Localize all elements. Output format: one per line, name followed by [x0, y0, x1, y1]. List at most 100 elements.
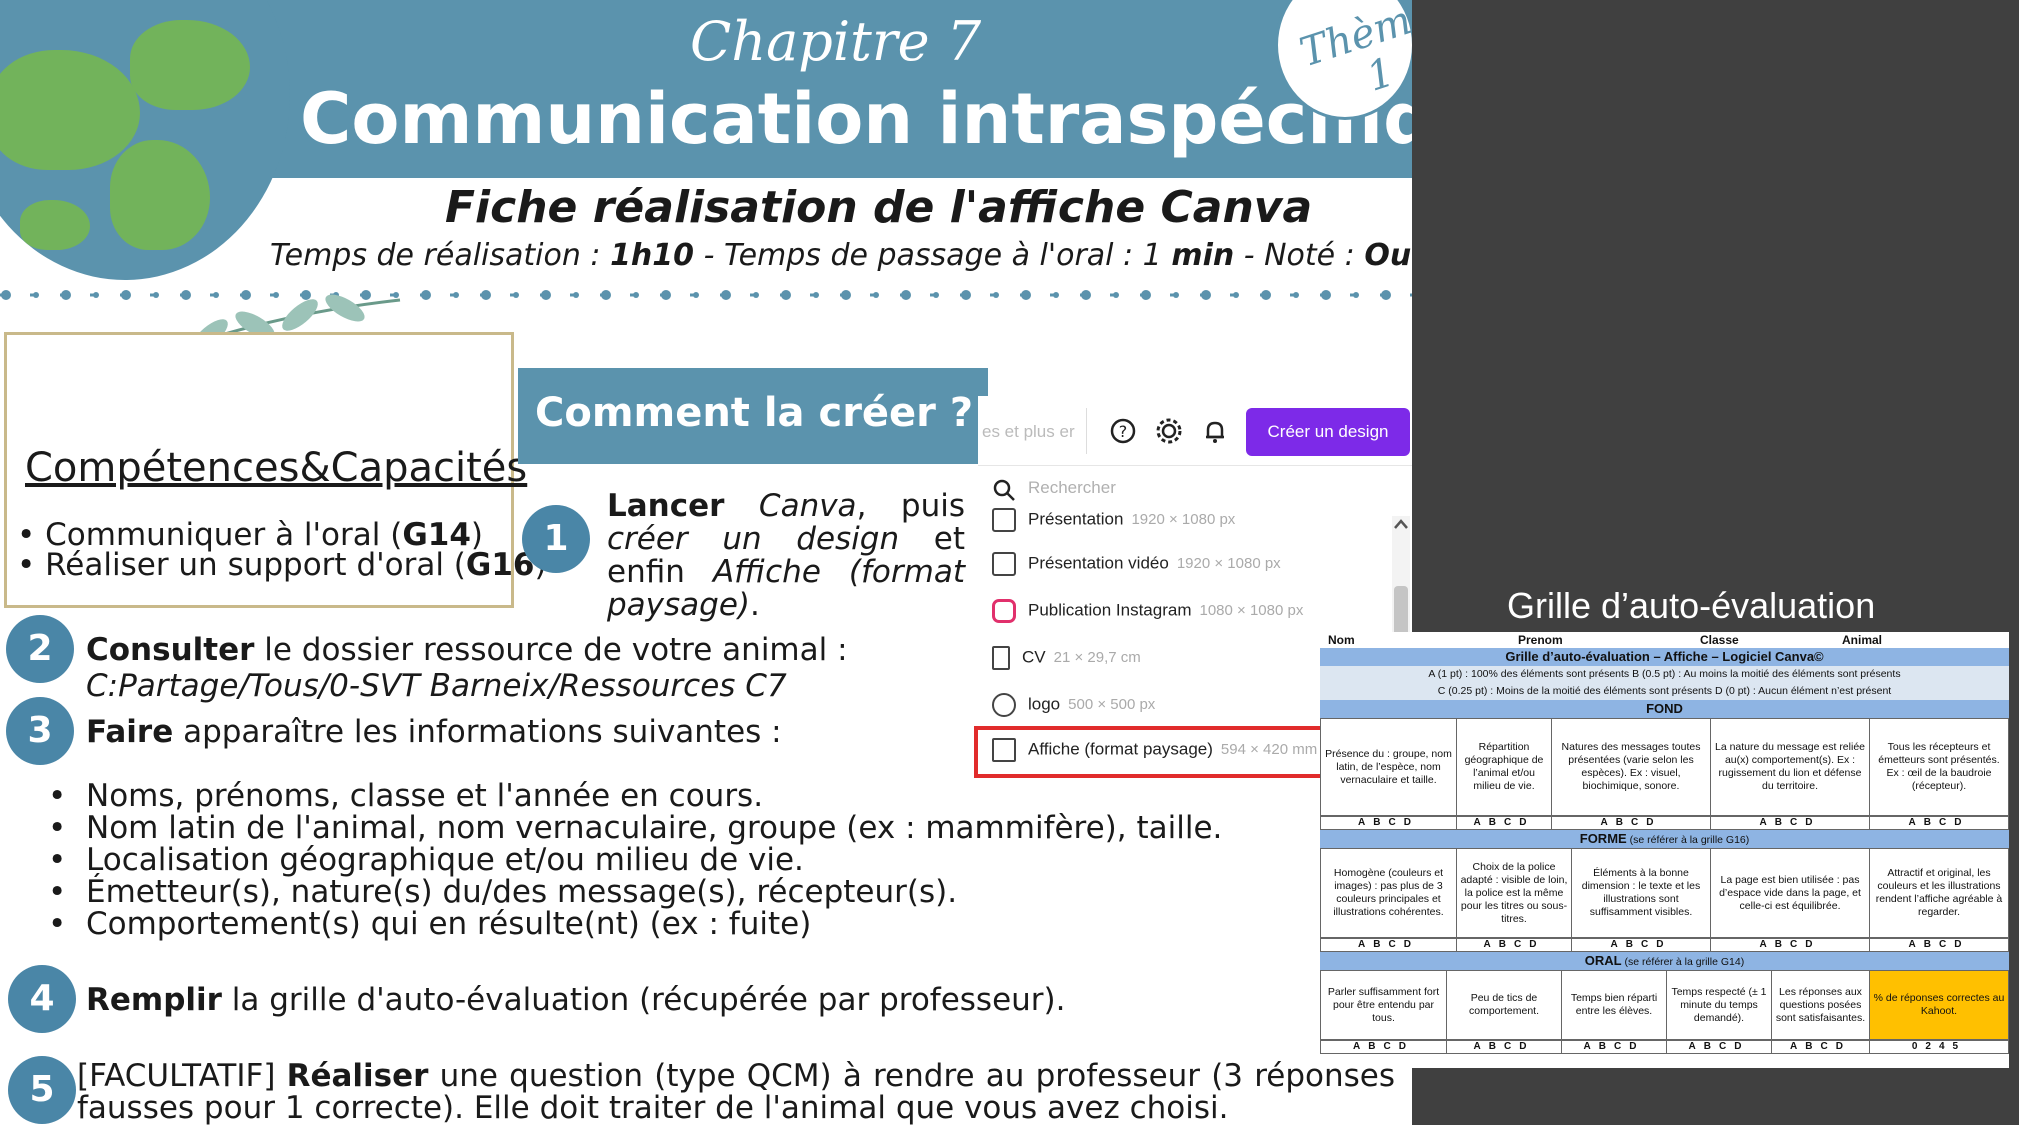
divider-dot — [1141, 290, 1151, 300]
criteria-cell-kahoot: % de réponses correctes au Kahoot. — [1869, 970, 2009, 1040]
logo-icon — [992, 693, 1016, 717]
resource-path: C:Partage/Tous/0-SVT Barneix/Ressources … — [86, 668, 787, 704]
divider-dot — [1081, 290, 1091, 300]
divider-dot — [421, 290, 431, 300]
criteria-cell: Choix de la police adapté : visible de l… — [1456, 848, 1572, 938]
legend-line: A (1 pt) : 100% des éléments sont présen… — [1428, 668, 1901, 680]
list-item: • Localisation géographique et/ou milieu… — [48, 842, 804, 878]
name-label: Nom — [1328, 633, 1355, 647]
divider-dot — [1261, 290, 1271, 300]
divider-dot — [721, 290, 731, 300]
divider-dot — [1173, 292, 1179, 298]
criteria-cell: Tous les récepteurs et émetteurs sont pr… — [1869, 718, 2009, 816]
criteria-cell: Natures des messages toutes présentées (… — [1551, 718, 1711, 816]
abcd-row: ABCD ABCD ABCD ABCD ABCD 0245 — [1320, 1040, 2009, 1054]
divider-dot — [481, 290, 491, 300]
criteria-cell: Temps bien réparti entre les élèves. — [1561, 970, 1667, 1040]
canva-toolbar: es et plus er ? Créer un design — [978, 396, 1412, 466]
canva-search-input[interactable]: Rechercher — [1028, 478, 1116, 498]
firstname-label: Prenom — [1518, 633, 1563, 647]
divider-dot — [1, 290, 11, 300]
step-number: 5 — [8, 1056, 76, 1124]
divider-dot — [693, 292, 699, 298]
step-3-text: Faire apparaître les informations suivan… — [86, 714, 782, 750]
divider-dot — [513, 292, 519, 298]
criteria-cell: Les réponses aux questions posées sont s… — [1771, 970, 1870, 1040]
canva-menu-item[interactable]: Présentation 1920 × 1080 px — [992, 508, 1235, 548]
create-design-button[interactable]: Créer un design — [1246, 408, 1410, 456]
divider-dot — [1321, 290, 1331, 300]
self-evaluation-grid: Nom Prenom Classe Animal Grille d’auto-é… — [1320, 632, 2009, 1068]
divider-dot — [753, 292, 759, 298]
document-icon — [992, 646, 1010, 670]
gear-icon[interactable] — [1154, 416, 1184, 446]
step-number: 3 — [6, 697, 74, 765]
bell-icon[interactable] — [1200, 416, 1230, 446]
info-bullet-list: • Noms, prénoms, classe et l'année en co… — [48, 780, 1222, 940]
criteria-cell: La page est bien utilisée : pas d’espace… — [1710, 848, 1870, 938]
criteria-row-forme: Homogène (couleurs et images) : pas plus… — [1320, 848, 2009, 938]
grid-heading: Grille d’auto-évaluation — [1507, 585, 1876, 626]
help-icon[interactable]: ? — [1108, 416, 1138, 446]
divider-dot — [1021, 290, 1031, 300]
criteria-cell: Peu de tics de comportement. — [1446, 970, 1562, 1040]
worksheet-slide: Chapitre 7 Communication intraspécifique… — [0, 0, 1412, 1125]
step-1-text: Lancer Canva, puis créer un design et en… — [607, 488, 965, 623]
globe-illustration — [0, 0, 290, 280]
section-header-forme: FORME (se référer à la grille G16) — [1320, 830, 2009, 848]
canva-menu-item[interactable]: CV 21 × 29,7 cm — [992, 646, 1141, 686]
grid-title: Grille d’auto-évaluation – Affiche – Log… — [1320, 648, 2009, 666]
criteria-cell: Temps respecté (± 1 minute du temps dema… — [1666, 970, 1772, 1040]
criteria-cell: Attractif et original, les couleurs et l… — [1869, 848, 2009, 938]
criteria-cell: Répartition géographique de l’animal et/… — [1456, 718, 1552, 816]
instagram-icon — [992, 599, 1016, 623]
section-header-fond: FOND — [1320, 700, 2009, 718]
presentation-icon — [992, 508, 1016, 532]
divider-dot — [961, 290, 971, 300]
step-2-text: Consulter le dossier ressource de votre … — [86, 632, 848, 668]
competences-box: Compétences&Capacités • Communiquer à l'… — [4, 332, 547, 608]
divider-dot — [1201, 290, 1211, 300]
section-header-oral: ORAL (se référer à la grille G14) — [1320, 952, 2009, 970]
divider-dot — [1353, 292, 1359, 298]
abcd-row: ABCD ABCD ABCD ABCD ABCD — [1320, 816, 2009, 830]
video-presentation-icon — [992, 552, 1016, 576]
competence-item: • Communiquer à l'oral (G14) — [17, 517, 484, 553]
list-item: • Nom latin de l'animal, nom vernaculair… — [48, 810, 1223, 846]
list-item: • Comportement(s) qui en résulte(nt) (ex… — [48, 906, 812, 942]
divider-dot — [633, 292, 639, 298]
abcd-row: ABCD ABCD ABCD ABCD ABCD — [1320, 938, 2009, 952]
how-to-title: Comment la créer ? — [535, 390, 974, 436]
divider-dot — [993, 292, 999, 298]
divider-dot — [901, 290, 911, 300]
divider-dot — [781, 290, 791, 300]
grid-legend: A (1 pt) : 100% des éléments sont présen… — [1320, 666, 2009, 700]
svg-text:?: ? — [1119, 422, 1128, 441]
chevron-up-icon[interactable] — [1393, 518, 1409, 530]
canva-menu-item[interactable]: Publication Instagram 1080 × 1080 px — [992, 599, 1303, 639]
divider-dot — [661, 290, 671, 300]
timing-line: Temps de réalisation : 1h10 - Temps de p… — [270, 238, 1412, 273]
criteria-row-fond: Présence du : groupe, nom latin, de l’es… — [1320, 718, 2009, 816]
canva-search-fragment[interactable]: es et plus er — [982, 422, 1075, 442]
animal-label: Animal — [1842, 633, 1883, 647]
criteria-cell: La nature du message est reliée au(x) co… — [1710, 718, 1870, 816]
competences-list: • Communiquer à l'oral (G14) • Réaliser … — [17, 517, 547, 581]
divider-dot — [541, 290, 551, 300]
step-number: 4 — [8, 965, 76, 1033]
chapter-label: Chapitre 7 — [690, 10, 982, 73]
step-number: 2 — [6, 615, 74, 683]
divider-dot — [933, 292, 939, 298]
criteria-cell: Présence du : groupe, nom latin, de l’es… — [1320, 718, 1457, 816]
divider-dot — [1381, 290, 1391, 300]
legend-line: C (0.25 pt) : Moins de la moitié des élé… — [1437, 685, 1892, 697]
page-title: Communication intraspécifique — [300, 78, 1412, 160]
divider — [1086, 408, 1087, 454]
step-5-text: [FACULTATIF] Réaliser une question (type… — [77, 1058, 1395, 1125]
divider-dot — [453, 292, 459, 298]
canva-menu-item[interactable]: Présentation vidéo 1920 × 1080 px — [992, 552, 1281, 592]
criteria-cell: Éléments à la bonne dimension : le texte… — [1571, 848, 1711, 938]
divider-dot — [1053, 292, 1059, 298]
divider-dot — [1233, 292, 1239, 298]
criteria-row-oral: Parler suffisamment fort pour être enten… — [1320, 970, 2009, 1040]
